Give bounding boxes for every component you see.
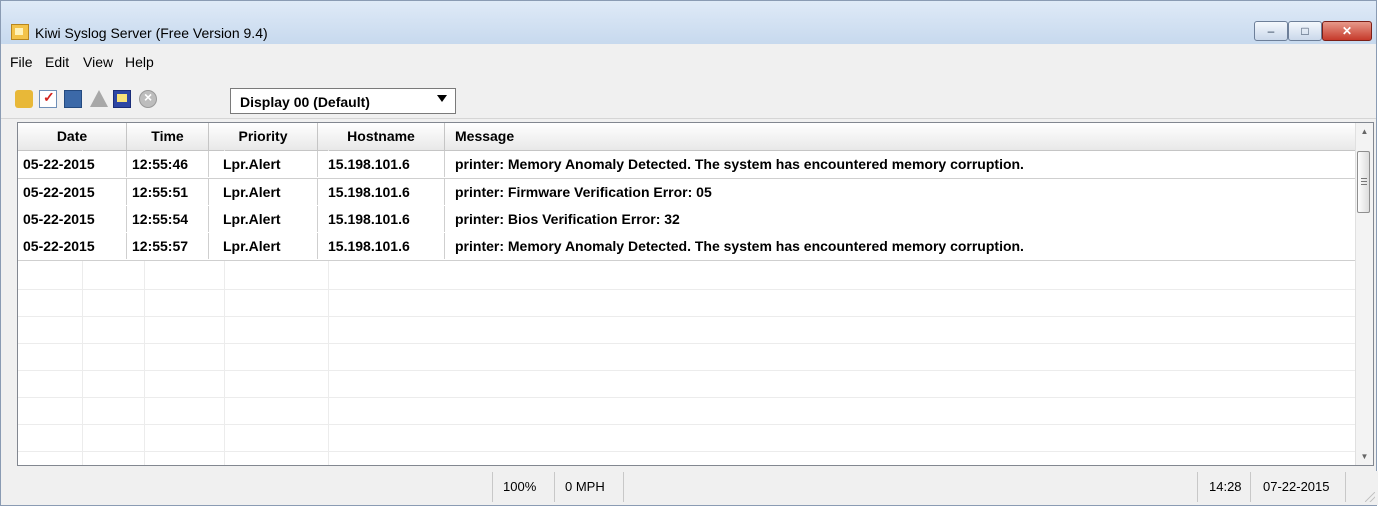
resize-grip-icon[interactable]	[1365, 492, 1375, 502]
cell-hostname: 15.198.101.6	[318, 233, 445, 259]
cell-time: 12:55:54	[127, 206, 209, 232]
column-header-date[interactable]: Date	[18, 123, 127, 150]
display-select-value: Display 00 (Default)	[240, 94, 370, 110]
cell-time: 12:55:51	[127, 179, 209, 205]
status-date: 07-22-2015	[1263, 479, 1330, 494]
scroll-thumb[interactable]	[1357, 151, 1370, 213]
status-divider	[1250, 472, 1251, 502]
lock-icon[interactable]	[15, 90, 33, 108]
cell-date: 05-22-2015	[18, 206, 127, 232]
vertical-scrollbar[interactable]: ▲ ▼	[1355, 123, 1373, 465]
status-bar: 100% 0 MPH 14:28 07-22-2015	[1, 471, 1378, 505]
grid-line	[18, 451, 1358, 452]
cell-message: printer: Memory Anomaly Detected. The sy…	[455, 156, 1024, 172]
status-zoom: 100%	[503, 479, 537, 494]
cell-priority: Lpr.Alert	[209, 206, 318, 232]
cell-message: printer: Memory Anomaly Detected. The sy…	[455, 238, 1024, 254]
menu-help[interactable]: Help	[125, 54, 154, 70]
column-header-message[interactable]: Message	[445, 123, 1358, 150]
status-time: 14:28	[1209, 479, 1242, 494]
menu-bar: File Edit View Help	[1, 44, 1376, 74]
column-header-hostname[interactable]: Hostname	[318, 123, 445, 150]
warning-icon[interactable]	[90, 90, 108, 107]
title-bar[interactable]: Kiwi Syslog Server (Free Version 9.4) – …	[1, 1, 1376, 44]
grid-line	[18, 289, 1358, 290]
grip-icon	[1361, 178, 1367, 179]
window-title: Kiwi Syslog Server (Free Version 9.4)	[35, 25, 268, 41]
scroll-up-arrow-icon[interactable]: ▲	[1356, 123, 1373, 140]
cell-date: 05-22-2015	[18, 233, 127, 259]
cell-date: 05-22-2015	[18, 179, 127, 205]
cell-hostname: 15.198.101.6	[318, 206, 445, 232]
menu-file[interactable]: File	[10, 54, 33, 70]
menu-edit[interactable]: Edit	[45, 54, 69, 70]
table-row[interactable]: 05-22-2015 12:55:46 Lpr.Alert 15.198.101…	[18, 151, 1358, 179]
grid-line	[18, 316, 1358, 317]
grid-line	[18, 424, 1358, 425]
cell-time: 12:55:57	[127, 233, 209, 259]
status-divider	[1197, 472, 1198, 502]
toolbar	[1, 74, 1376, 119]
syslog-window: Kiwi Syslog Server (Free Version 9.4) – …	[0, 0, 1378, 506]
grid-line	[18, 343, 1358, 344]
close-button[interactable]: ✕	[1322, 21, 1372, 41]
checklist-icon[interactable]	[39, 89, 57, 108]
status-divider	[1345, 472, 1346, 502]
cell-priority: Lpr.Alert	[209, 151, 318, 177]
app-icon	[11, 24, 29, 40]
grid-line	[18, 370, 1358, 371]
scroll-down-arrow-icon[interactable]: ▼	[1356, 448, 1373, 465]
status-divider	[554, 472, 555, 502]
maximize-button[interactable]: □	[1288, 21, 1322, 41]
cell-hostname: 15.198.101.6	[318, 151, 445, 177]
cell-hostname: 15.198.101.6	[318, 179, 445, 205]
status-divider	[623, 472, 624, 502]
stop-icon[interactable]	[139, 89, 157, 108]
status-divider	[492, 472, 493, 502]
cell-message: printer: Bios Verification Error: 32	[455, 211, 680, 227]
cell-date: 05-22-2015	[18, 151, 127, 177]
column-header-time[interactable]: Time	[127, 123, 209, 150]
chart-icon[interactable]	[64, 90, 82, 108]
table-row[interactable]: 05-22-2015 12:55:54 Lpr.Alert 15.198.101…	[18, 206, 1358, 234]
log-grid[interactable]: Date Time Priority Hostname Message 05-2…	[17, 122, 1374, 466]
monitor-icon[interactable]	[113, 90, 131, 108]
cell-priority: Lpr.Alert	[209, 233, 318, 259]
cell-priority: Lpr.Alert	[209, 179, 318, 205]
display-select[interactable]: Display 00 (Default)	[230, 88, 456, 114]
table-row[interactable]: 05-22-2015 12:55:51 Lpr.Alert 15.198.101…	[18, 179, 1358, 207]
cell-time: 12:55:46	[127, 151, 209, 177]
column-header-priority[interactable]: Priority	[209, 123, 318, 150]
table-row[interactable]: 05-22-2015 12:55:57 Lpr.Alert 15.198.101…	[18, 233, 1358, 261]
cell-message: printer: Firmware Verification Error: 05	[455, 184, 712, 200]
grid-line	[18, 397, 1358, 398]
grid-header: Date Time Priority Hostname Message	[18, 123, 1358, 151]
chevron-down-icon	[437, 95, 447, 102]
minimize-button[interactable]: –	[1254, 21, 1288, 41]
menu-view[interactable]: View	[83, 54, 113, 70]
status-rate: 0 MPH	[565, 479, 605, 494]
